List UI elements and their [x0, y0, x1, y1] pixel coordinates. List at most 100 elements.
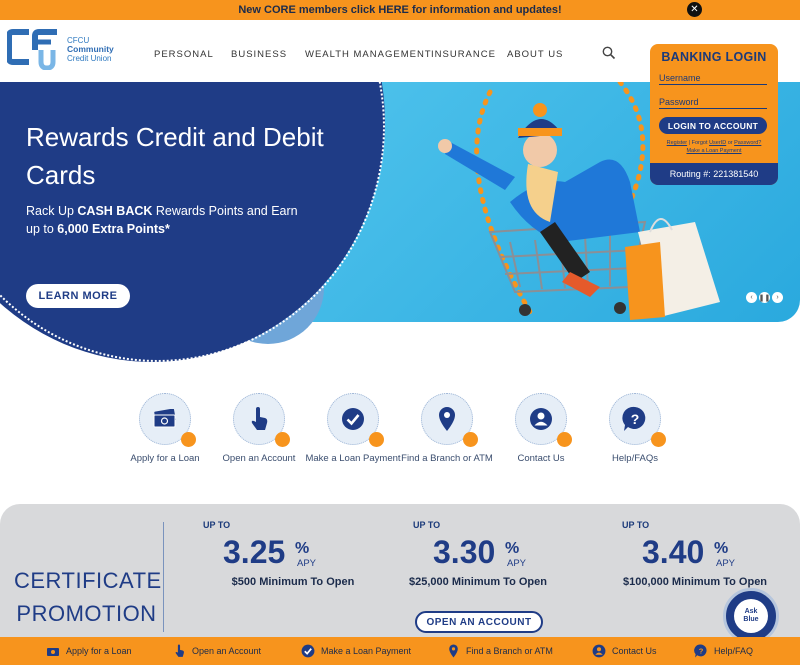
bottom-item-label: Help/FAQ	[714, 646, 754, 656]
check-icon	[301, 644, 315, 658]
rate-value: 3.25	[223, 534, 286, 570]
bottom-item-label: Contact Us	[612, 646, 657, 656]
quick-link-label: Contact Us	[517, 453, 565, 464]
quick-link-accent	[181, 432, 196, 447]
rate-percent: %	[295, 540, 310, 557]
quick-link-apply-loan[interactable]: Apply for a Loan	[115, 393, 215, 465]
hero-title: Rewards Credit and Debit Cards	[26, 122, 324, 190]
person-icon	[592, 644, 606, 658]
quick-link-label: Open an Account	[222, 453, 296, 464]
question-icon: ?	[694, 644, 708, 658]
password-input[interactable]	[659, 95, 767, 109]
quick-link-loan-payment[interactable]: Make a Loan Payment	[303, 393, 403, 465]
rate-card-2: UP TO 3.30 % APY $25,000 Minimum To Open	[409, 520, 593, 588]
rate-percent: %	[714, 540, 729, 557]
pointer-icon	[251, 407, 268, 430]
bottom-open-account[interactable]: Open an Account	[172, 643, 261, 659]
certificate-title: CERTIFICATE PROMOTION	[14, 564, 162, 630]
quick-link-open-account[interactable]: Open an Account	[209, 393, 309, 465]
login-button[interactable]: LOGIN TO ACCOUNT	[659, 117, 767, 134]
nav-wealth-management[interactable]: WEALTH MANAGEMENT	[305, 49, 432, 60]
announcement-banner[interactable]: New CORE members click HERE for informat…	[0, 0, 800, 20]
quick-link-contact-us[interactable]: Contact Us	[491, 393, 591, 465]
question-icon: ?	[622, 406, 646, 431]
quick-link-circle	[327, 393, 384, 447]
ask-line2: Blue	[743, 616, 759, 623]
money-icon	[46, 644, 60, 658]
svg-text:?: ?	[631, 411, 640, 427]
quick-link-accent	[369, 432, 384, 447]
open-account-button[interactable]: OPEN AN ACCOUNT	[415, 611, 543, 633]
nav-business[interactable]: BUSINESS	[231, 49, 287, 60]
quick-link-find-branch[interactable]: Find a Branch or ATM	[397, 393, 497, 465]
hero-sub-prefix: Rack Up	[26, 204, 78, 218]
close-icon[interactable]: ✕	[687, 2, 702, 17]
rate-apy: APY	[716, 558, 736, 569]
quick-link-circle	[515, 393, 572, 447]
nav-insurance[interactable]: INSURANCE	[431, 49, 496, 60]
register-link[interactable]: Register	[667, 140, 687, 146]
money-icon	[153, 409, 176, 428]
rate-card-3: UP TO 3.40 % APY $100,000 Minimum To Ope…	[622, 520, 800, 588]
carousel-next-icon[interactable]: ›	[772, 292, 783, 303]
bottom-loan-payment[interactable]: Make a Loan Payment	[301, 643, 411, 659]
banking-login-panel: BANKING LOGIN LOGIN TO ACCOUNT Register …	[650, 44, 778, 185]
bottom-item-label: Open an Account	[192, 646, 262, 656]
rate-value: 3.40	[642, 534, 705, 570]
cfcu-logo[interactable]: CFCU Community Credit Union	[6, 28, 114, 71]
certificate-title-line1: CERTIFICATE	[14, 568, 162, 593]
search-icon[interactable]	[602, 46, 616, 60]
bottom-apply-loan[interactable]: Apply for a Loan	[46, 643, 132, 659]
divider	[163, 522, 164, 632]
logo-mark-icon	[6, 29, 57, 71]
nav-about-us[interactable]: ABOUT US	[507, 49, 563, 60]
chat-bubble-icon: Ask Blue	[734, 599, 768, 633]
carousel-prev-icon[interactable]: ‹	[746, 292, 757, 303]
logo-line2: Credit Union	[67, 54, 112, 63]
ask-line1: Ask	[744, 608, 758, 615]
quick-link-accent	[557, 432, 572, 447]
username-input[interactable]	[659, 71, 767, 85]
learn-more-button[interactable]: LEARN MORE	[26, 284, 130, 308]
bottom-help-faq[interactable]: ? Help/FAQ	[694, 643, 753, 659]
bottom-find-branch[interactable]: Find a Branch or ATM	[446, 643, 553, 659]
quick-link-label: Apply for a Loan	[130, 453, 200, 464]
quick-link-circle	[421, 393, 478, 447]
login-title: BANKING LOGIN	[661, 50, 767, 64]
rate-up-to: UP TO	[413, 520, 441, 530]
routing-number: Routing #: 221381540	[650, 163, 778, 185]
make-loan-payment-link[interactable]: Make a Loan Payment	[686, 148, 741, 154]
certificate-promotion-section: CERTIFICATE PROMOTION UP TO 3.25 % APY $…	[0, 504, 800, 639]
forgot-password-link[interactable]: Password?	[734, 140, 761, 146]
location-icon	[439, 407, 455, 431]
bottom-item-label: Find a Branch or ATM	[466, 646, 553, 656]
logo-text: CFCU Community Credit Union	[67, 36, 114, 63]
rate-card-1: UP TO 3.25 % APY $500 Minimum To Open	[203, 520, 383, 588]
rate-up-to: UP TO	[203, 520, 231, 530]
quick-link-accent	[463, 432, 478, 447]
forgot-text: Forgot	[691, 140, 708, 146]
quick-link-label: Help/FAQs	[612, 453, 658, 464]
quick-link-label: Find a Branch or ATM	[401, 453, 493, 464]
rate-minimum: $25,000 Minimum To Open	[409, 576, 547, 588]
quick-link-help[interactable]: ? Help/FAQs	[585, 393, 685, 465]
hero-sub-bold2: 6,000 Extra Points*	[57, 222, 170, 236]
nav-personal[interactable]: PERSONAL	[154, 49, 214, 60]
bottom-item-label: Make a Loan Payment	[321, 646, 412, 656]
bottom-quick-bar: Apply for a Loan Open an Account Make a …	[0, 637, 800, 665]
person-icon	[530, 408, 552, 430]
bottom-contact-us[interactable]: Contact Us	[592, 643, 657, 659]
logo-line1: Community	[67, 44, 114, 54]
forgot-userid-link[interactable]: UserID	[709, 140, 726, 146]
banner-text[interactable]: New CORE members click HERE for informat…	[238, 4, 561, 16]
rate-minimum: $500 Minimum To Open	[231, 576, 355, 588]
rate-up-to: UP TO	[622, 520, 650, 530]
ask-blue-chat-button[interactable]: Ask Blue	[723, 588, 779, 644]
or-text: or	[727, 140, 733, 146]
location-icon	[446, 644, 460, 658]
bottom-item-label: Apply for a Loan	[66, 646, 132, 656]
rate-apy: APY	[297, 558, 317, 569]
quick-link-label: Make a Loan Payment	[305, 453, 401, 464]
carousel-pause-icon[interactable]: ❚❚	[759, 292, 770, 303]
quick-link-circle	[139, 393, 196, 447]
